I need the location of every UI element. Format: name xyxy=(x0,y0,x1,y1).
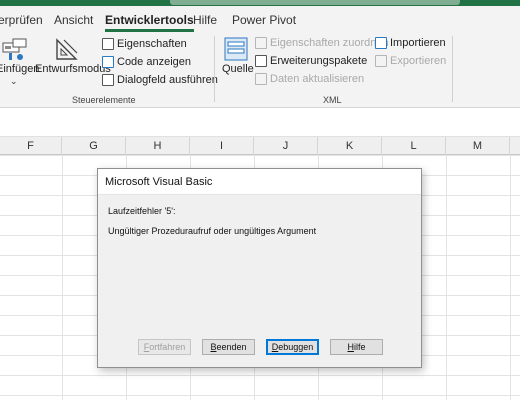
controls-group-label: Steuerelemente xyxy=(72,95,136,105)
view-code-button[interactable]: Code anzeigen xyxy=(102,56,191,68)
import-label: Importieren xyxy=(390,37,446,49)
tab-help[interactable]: Hilfe xyxy=(193,13,217,27)
xml-source-icon xyxy=(224,37,248,66)
refresh-data-label: Daten aktualisieren xyxy=(270,73,365,85)
help-button[interactable]: Hilfe xyxy=(330,339,383,355)
continue-button[interactable]: Fortfahren xyxy=(138,339,191,355)
debug-button[interactable]: Debuggen xyxy=(266,339,319,355)
expansion-packs-icon xyxy=(255,55,267,67)
column-headers: F G H I J K L M xyxy=(0,137,520,155)
ribbon-separator xyxy=(452,36,453,102)
search-box[interactable] xyxy=(170,0,460,5)
run-dialog-label: Dialogfeld ausführen xyxy=(117,74,218,86)
view-code-label: Code anzeigen xyxy=(117,56,192,68)
error-code-text: Laufzeitfehler '5': xyxy=(108,206,176,216)
map-properties-label: Eigenschaften zuordnen xyxy=(270,37,389,49)
map-properties-icon xyxy=(255,37,267,49)
column-header-f[interactable]: F xyxy=(0,137,62,155)
design-mode-label: Entwurfsmodus xyxy=(35,63,111,75)
column-header-j[interactable]: J xyxy=(254,137,318,155)
export-button[interactable]: Exportieren xyxy=(375,55,446,67)
export-label: Exportieren xyxy=(390,55,447,67)
export-icon xyxy=(375,55,387,67)
run-dialog-button[interactable]: Dialogfeld ausführen xyxy=(102,74,218,86)
grid-line xyxy=(446,155,447,400)
import-icon xyxy=(375,37,387,49)
chevron-down-icon[interactable]: ⌄ xyxy=(10,76,18,87)
column-header-i[interactable]: I xyxy=(190,137,254,155)
grid-line xyxy=(62,155,63,400)
tab-developer[interactable]: Entwicklertools xyxy=(105,13,194,32)
run-dialog-icon xyxy=(102,74,114,86)
end-button[interactable]: Beenden xyxy=(202,339,255,355)
refresh-data-icon xyxy=(255,73,267,85)
insert-controls-button[interactable]: Einfügen xyxy=(0,63,39,75)
column-header-k[interactable]: K xyxy=(318,137,382,155)
dialog-title-bar[interactable]: Microsoft Visual Basic xyxy=(98,169,421,195)
dialog-title: Microsoft Visual Basic xyxy=(105,176,213,188)
refresh-data-button[interactable]: Daten aktualisieren xyxy=(255,73,364,85)
xml-source-button[interactable]: Quelle xyxy=(222,63,254,75)
xml-source-label: Quelle xyxy=(222,63,254,75)
column-header-m[interactable]: M xyxy=(446,137,510,155)
formula-bar-area xyxy=(0,109,520,137)
grid-line xyxy=(510,155,511,400)
tab-view[interactable]: Ansicht xyxy=(54,13,93,27)
insert-controls-label: Einfügen xyxy=(0,63,40,75)
ribbon-tabs: erprüfen Ansicht Entwicklertools Hilfe P… xyxy=(0,6,520,32)
properties-button[interactable]: Eigenschaften xyxy=(102,38,187,50)
expansion-packs-button[interactable]: Erweiterungspakete xyxy=(255,55,367,67)
xml-group-label: XML xyxy=(323,95,342,105)
design-mode-button[interactable]: Entwurfsmodus xyxy=(35,63,111,75)
ribbon-separator xyxy=(214,36,215,102)
vba-error-dialog: Microsoft Visual Basic Laufzeitfehler '5… xyxy=(97,168,422,368)
import-button[interactable]: Importieren xyxy=(375,37,446,49)
tab-review[interactable]: erprüfen xyxy=(0,13,43,27)
properties-icon xyxy=(102,38,114,50)
map-properties-button[interactable]: Eigenschaften zuordnen xyxy=(255,37,389,49)
error-message-text: Ungültiger Prozeduraufruf oder ungültige… xyxy=(108,226,317,236)
view-code-icon xyxy=(102,56,114,68)
properties-label: Eigenschaften xyxy=(117,38,187,50)
column-header-h[interactable]: H xyxy=(126,137,190,155)
design-mode-icon xyxy=(55,37,79,66)
expansion-packs-label: Erweiterungspakete xyxy=(270,55,368,67)
tab-power-pivot[interactable]: Power Pivot xyxy=(232,13,296,27)
column-header-l[interactable]: L xyxy=(382,137,446,155)
column-header-g[interactable]: G xyxy=(62,137,126,155)
